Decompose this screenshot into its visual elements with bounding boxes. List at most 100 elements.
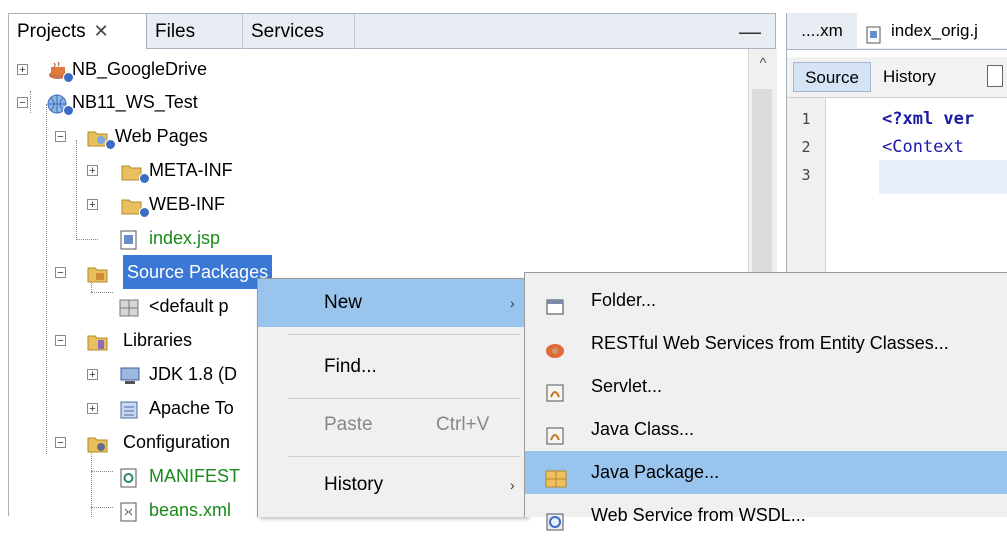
- tree-item-label: NB_GoogleDrive: [72, 59, 208, 79]
- scroll-up-icon[interactable]: ^: [749, 55, 777, 72]
- tree-item-label: <default p: [149, 296, 229, 316]
- new-submenu: Folder... RESTful Web Services from Enti…: [524, 272, 1007, 531]
- folder-icon: [545, 290, 565, 315]
- folder-icon: [121, 194, 142, 215]
- submenu-arrow-icon: ›: [510, 295, 515, 311]
- package-icon: [119, 296, 139, 317]
- expand-icon[interactable]: +: [87, 369, 98, 381]
- code-line[interactable]: <?xml ver: [882, 109, 974, 129]
- line-number: 3: [801, 166, 811, 184]
- expand-icon[interactable]: +: [87, 403, 98, 415]
- tree-item-nb-googledrive[interactable]: + NB_GoogleDrive: [9, 52, 749, 86]
- editor-tab-xml[interactable]: ....xm: [787, 13, 858, 48]
- collapse-icon[interactable]: −: [55, 335, 66, 347]
- line-number: 1: [801, 110, 811, 128]
- menu-item-find[interactable]: Find...: [258, 343, 526, 391]
- editor-tab-bar: ....xm index_orig.j: [787, 13, 1007, 50]
- history-view-button[interactable]: History: [877, 62, 942, 92]
- collapse-icon[interactable]: −: [17, 97, 28, 109]
- server-library-icon: [119, 398, 139, 419]
- minimize-icon[interactable]: —: [739, 14, 761, 49]
- xml-file-icon: [119, 500, 139, 522]
- editor-toolbar: Source History: [787, 57, 1007, 98]
- menu-item-paste[interactable]: Paste Ctrl+V: [258, 401, 526, 449]
- tree-item-label: Libraries: [123, 330, 193, 350]
- tab-files[interactable]: Files: [147, 14, 243, 49]
- tab-files-label: Files: [155, 21, 196, 42]
- submenu-item-java-class[interactable]: Java Class...: [525, 408, 1007, 451]
- submenu-item-java-package[interactable]: Java Package...: [525, 451, 1007, 494]
- menu-item-new[interactable]: New ›: [258, 279, 526, 327]
- tree-item-label: META-INF: [149, 160, 233, 180]
- menu-separator: [288, 334, 520, 335]
- toolbar-document-icon[interactable]: [987, 65, 1003, 87]
- package-folder-icon: [87, 262, 108, 283]
- editor-tab-index-orig[interactable]: index_orig.j: [857, 13, 1007, 48]
- submenu-item-label: Java Class...: [591, 419, 695, 439]
- tab-projects[interactable]: Projects ✕: [9, 14, 147, 49]
- libraries-folder-icon: [87, 330, 108, 351]
- tree-item-nb11-ws-test[interactable]: − NB11_WS_Test: [9, 85, 749, 119]
- tree-item-label: MANIFEST: [149, 466, 241, 486]
- tree-item-meta-inf[interactable]: + META-INF: [9, 153, 749, 187]
- tree-item-label: beans.xml: [149, 500, 232, 520]
- line-number: 2: [801, 138, 811, 156]
- submenu-item-servlet[interactable]: Servlet...: [525, 365, 1007, 408]
- tree-item-label: WEB-INF: [149, 194, 225, 214]
- wsdl-icon: [545, 505, 565, 531]
- menu-item-label: New: [324, 292, 363, 313]
- submenu-item-label: Folder...: [591, 290, 657, 310]
- tree-item-label: JDK 1.8 (D: [149, 364, 238, 384]
- current-line-highlight: [879, 160, 1007, 194]
- java-class-icon: [545, 419, 565, 445]
- submenu-item-label: Servlet...: [591, 376, 663, 396]
- restful-icon: [545, 333, 565, 358]
- menu-separator: [288, 398, 520, 399]
- tab-projects-label: Projects: [17, 21, 86, 42]
- tab-services[interactable]: Services: [243, 14, 355, 49]
- submenu-arrow-icon: ›: [510, 477, 515, 493]
- source-view-label: Source: [805, 68, 859, 87]
- menu-item-shortcut: Ctrl+V: [436, 414, 490, 435]
- tab-services-label: Services: [251, 21, 324, 42]
- expand-icon[interactable]: +: [87, 199, 98, 211]
- collapse-icon[interactable]: −: [55, 437, 66, 449]
- editor-tab-label: index_orig.j: [891, 21, 978, 40]
- close-icon[interactable]: ✕: [94, 21, 109, 41]
- submenu-item-restful[interactable]: RESTful Web Services from Entity Classes…: [525, 322, 1007, 365]
- collapse-icon[interactable]: −: [55, 131, 66, 143]
- tree-item-web-pages[interactable]: − Web Pages: [9, 119, 749, 153]
- editor-tab-label: ....xm: [801, 21, 843, 40]
- tree-item-label: Source Packages: [123, 255, 273, 289]
- manifest-file-icon: [119, 466, 139, 488]
- tree-item-web-inf[interactable]: + WEB-INF: [9, 187, 749, 221]
- code-line[interactable]: <Context: [882, 137, 964, 157]
- tree-item-label: Apache To: [149, 398, 234, 418]
- history-view-label: History: [883, 67, 936, 86]
- folder-icon: [121, 160, 142, 181]
- projects-tab-bar: Projects ✕ Files Services —: [8, 13, 776, 49]
- tree-item-label: Configuration: [123, 432, 231, 452]
- tree-item-label: Web Pages: [115, 126, 208, 146]
- context-menu: New › Find... Paste Ctrl+V History ›: [257, 278, 527, 517]
- expand-icon[interactable]: +: [17, 64, 28, 76]
- expand-icon[interactable]: +: [87, 165, 98, 177]
- submenu-item-label: RESTful Web Services from Entity Classes…: [591, 333, 949, 353]
- menu-item-label: History: [324, 474, 384, 495]
- java-package-icon: [545, 462, 567, 488]
- collapse-icon[interactable]: −: [55, 267, 66, 279]
- submenu-item-folder[interactable]: Folder...: [525, 279, 1007, 322]
- menu-item-history[interactable]: History ›: [258, 461, 526, 509]
- menu-item-label: Paste: [324, 414, 373, 435]
- tree-item-label: index.jsp: [149, 228, 221, 248]
- tree-item-index-jsp[interactable]: index.jsp: [9, 221, 749, 255]
- jdk-icon: [119, 364, 140, 384]
- menu-separator: [288, 456, 520, 457]
- servlet-icon: [545, 376, 565, 402]
- source-view-button[interactable]: Source: [793, 62, 871, 92]
- tree-item-label: NB11_WS_Test: [72, 92, 198, 112]
- menu-item-label: Find...: [324, 356, 377, 377]
- submenu-item-label: Java Package...: [591, 462, 720, 482]
- config-folder-icon: [87, 432, 108, 453]
- folder-icon: [87, 126, 108, 147]
